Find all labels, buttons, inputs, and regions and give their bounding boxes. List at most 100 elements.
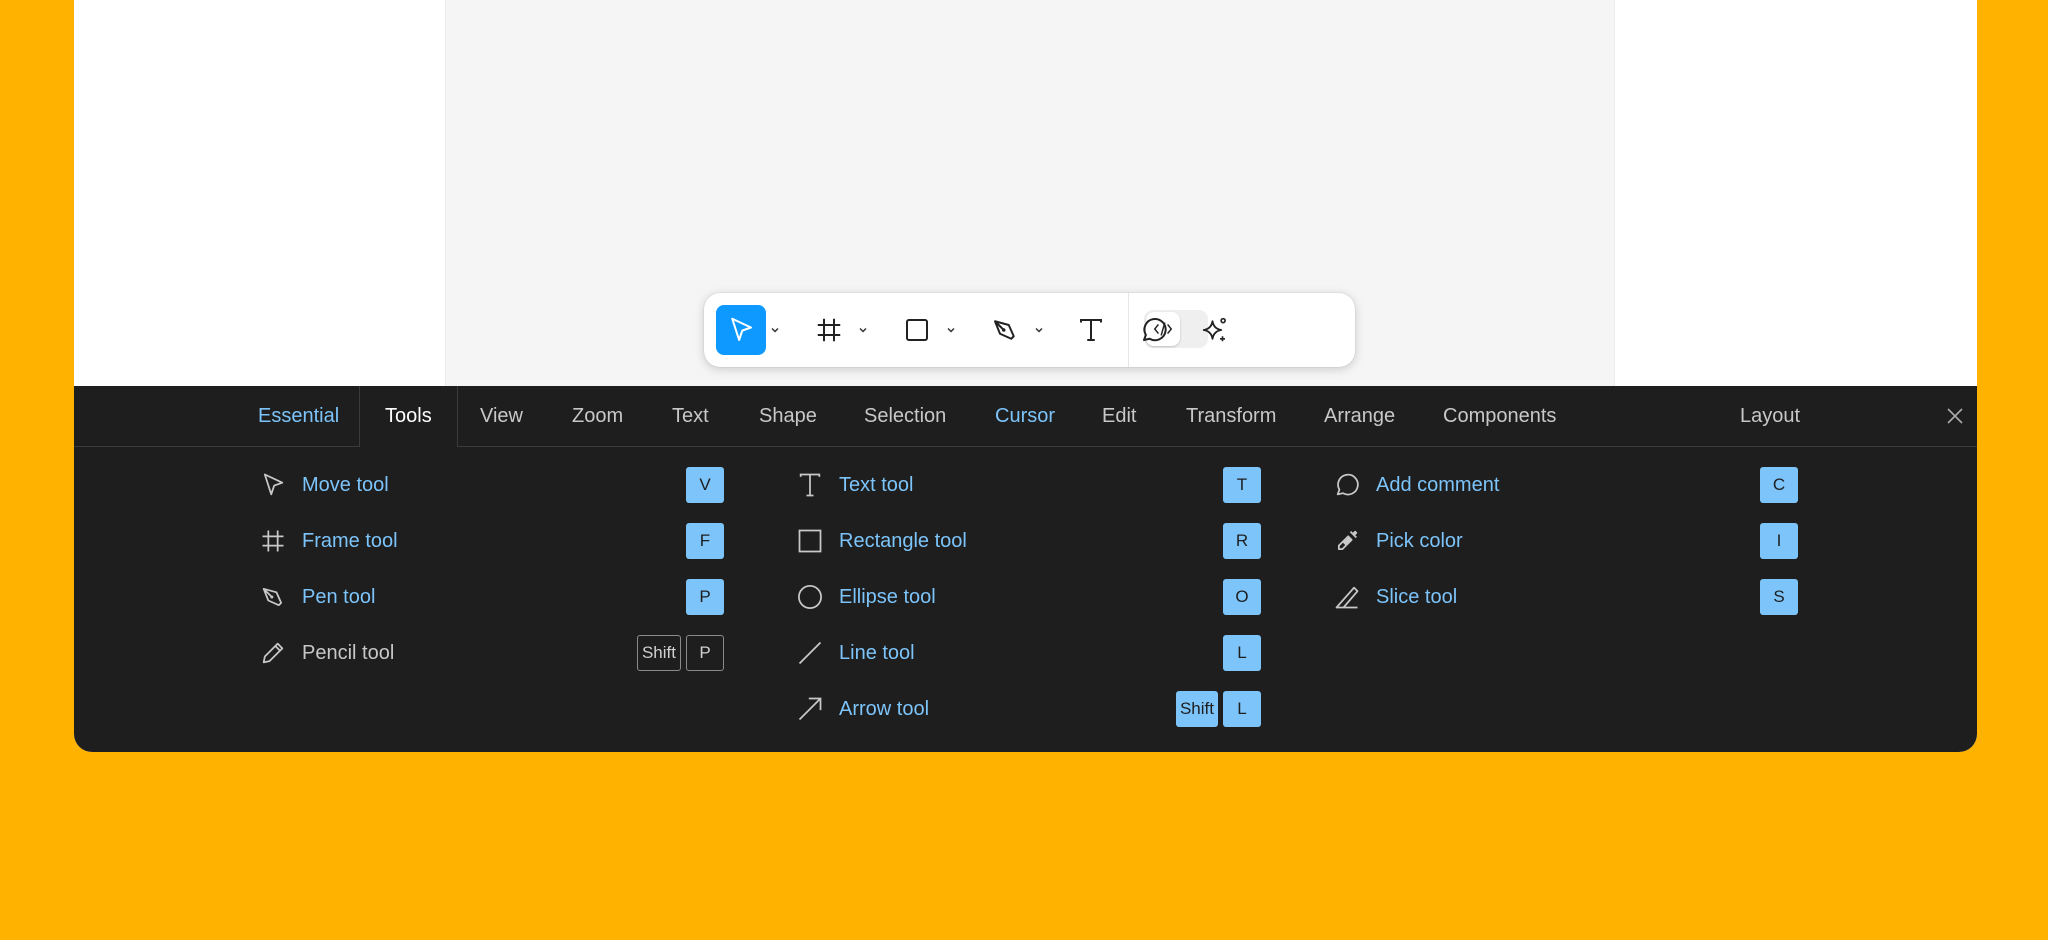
- chevron-down-icon: [1035, 327, 1043, 333]
- key-badge: L: [1223, 635, 1261, 671]
- key-badge: P: [686, 635, 724, 671]
- shortcut-row-arrow[interactable]: Arrow tool Shift L: [794, 689, 1261, 729]
- text-t-icon: [794, 469, 826, 501]
- shortcut-row-move[interactable]: Move tool V: [257, 465, 724, 505]
- text-tool-button[interactable]: [1066, 305, 1116, 355]
- chevron-down-icon: [771, 327, 779, 333]
- actions-button[interactable]: [1190, 305, 1240, 355]
- shortcut-row-pick-color[interactable]: Pick color I: [1331, 521, 1798, 561]
- tab-text[interactable]: Text: [672, 386, 709, 446]
- shortcut-label: Arrow tool: [839, 698, 930, 720]
- shortcut-row-frame[interactable]: Frame tool F: [257, 521, 724, 561]
- chevron-down-icon: [859, 327, 867, 333]
- key-badge: Shift: [636, 635, 681, 671]
- shortcut-label: Pick color: [1376, 530, 1463, 552]
- key-badge: Shift: [1175, 691, 1218, 727]
- pen-tool-dropdown[interactable]: [1032, 321, 1046, 339]
- shortcut-label: Text tool: [839, 474, 914, 496]
- arrow-diagonal-icon: [794, 693, 826, 725]
- tab-cursor[interactable]: Cursor: [995, 386, 1055, 446]
- shape-tool-dropdown[interactable]: [944, 321, 958, 339]
- key-badge: F: [686, 523, 724, 559]
- app-window: Essential Tools View Zoom Text Shape Sel…: [74, 0, 1977, 752]
- move-tool-button[interactable]: [716, 305, 766, 355]
- shortcut-row-rectangle[interactable]: Rectangle tool R: [794, 521, 1261, 561]
- sparkle-icon: [1202, 317, 1226, 342]
- key-badge: S: [1760, 579, 1798, 615]
- shortcut-keys: R: [1223, 523, 1261, 559]
- key-badge: L: [1223, 691, 1261, 727]
- key-badge: V: [686, 467, 724, 503]
- shortcut-label: Pen tool: [302, 586, 376, 608]
- keyboard-shortcuts-panel: Essential Tools View Zoom Text Shape Sel…: [74, 386, 1977, 752]
- tab-shape[interactable]: Shape: [759, 386, 817, 446]
- chevron-down-icon: [947, 327, 955, 333]
- shortcut-keys: O: [1223, 579, 1261, 615]
- shortcut-row-line[interactable]: Line tool L: [794, 633, 1261, 673]
- shortcut-label: Add comment: [1376, 474, 1500, 496]
- shortcut-row-text[interactable]: Text tool T: [794, 465, 1261, 505]
- frame-hash-icon: [817, 318, 841, 342]
- shortcut-tabs: Essential Tools View Zoom Text Shape Sel…: [74, 386, 1977, 447]
- slice-knife-icon: [1331, 581, 1363, 613]
- frame-hash-icon: [257, 525, 289, 557]
- shortcut-keys: F: [686, 523, 724, 559]
- rectangle-icon: [906, 319, 928, 341]
- shape-tool-button[interactable]: [892, 305, 942, 355]
- pen-tool-button[interactable]: [980, 305, 1030, 355]
- shortcut-keys: C: [1760, 467, 1798, 503]
- key-badge: T: [1223, 467, 1261, 503]
- ellipse-icon: [794, 581, 826, 613]
- move-arrow-icon: [731, 317, 752, 341]
- eyedropper-icon: [1331, 525, 1363, 557]
- key-badge: O: [1223, 579, 1261, 615]
- shortcut-keys: Shift L: [1175, 691, 1261, 727]
- shortcut-label: Move tool: [302, 474, 389, 496]
- shortcut-row-comment[interactable]: Add comment C: [1331, 465, 1798, 505]
- key-badge: R: [1223, 523, 1261, 559]
- comment-bubble-icon: [1331, 469, 1363, 501]
- tab-arrange[interactable]: Arrange: [1324, 386, 1395, 446]
- shortcut-label: Ellipse tool: [839, 586, 936, 608]
- frame-tool-dropdown[interactable]: [856, 321, 870, 339]
- shortcut-label: Pencil tool: [302, 642, 395, 664]
- pen-nib-icon: [994, 320, 1015, 340]
- shortcut-keys: S: [1760, 579, 1798, 615]
- tab-zoom[interactable]: Zoom: [572, 386, 623, 446]
- tab-essential[interactable]: Essential: [258, 386, 339, 446]
- shortcut-row-slice[interactable]: Slice tool S: [1331, 577, 1798, 617]
- shortcut-keys: P: [686, 579, 724, 615]
- rectangle-icon: [794, 525, 826, 557]
- move-arrow-icon: [257, 469, 289, 501]
- line-icon: [794, 637, 826, 669]
- shortcut-keys: L: [1223, 635, 1261, 671]
- tab-components[interactable]: Components: [1443, 386, 1556, 446]
- tab-edit[interactable]: Edit: [1102, 386, 1136, 446]
- tab-tools[interactable]: Tools: [359, 386, 458, 447]
- shortcut-label: Rectangle tool: [839, 530, 967, 552]
- tab-transform[interactable]: Transform: [1186, 386, 1276, 446]
- tab-selection[interactable]: Selection: [864, 386, 946, 446]
- pen-nib-icon: [257, 581, 289, 613]
- shortcut-row-pen[interactable]: Pen tool P: [257, 577, 724, 617]
- text-t-icon: [1080, 319, 1102, 341]
- shortcut-keys: V: [686, 467, 724, 503]
- close-panel-button[interactable]: [1943, 404, 1967, 428]
- tab-layout[interactable]: Layout: [1740, 386, 1800, 446]
- shortcut-row-pencil[interactable]: Pencil tool Shift P: [257, 633, 724, 673]
- frame-tool-button[interactable]: [804, 305, 854, 355]
- key-badge: P: [686, 579, 724, 615]
- comment-bubble-icon: [1143, 318, 1167, 342]
- shortcut-label: Slice tool: [1376, 586, 1458, 608]
- comment-tool-button[interactable]: [1129, 305, 1179, 355]
- tab-view[interactable]: View: [480, 386, 523, 446]
- shortcut-keys: T: [1223, 467, 1261, 503]
- close-icon: [1947, 408, 1963, 424]
- shortcut-label: Frame tool: [302, 530, 398, 552]
- shortcut-label: Line tool: [839, 642, 915, 664]
- shortcut-row-ellipse[interactable]: Ellipse tool O: [794, 577, 1261, 617]
- bottom-toolbar: [704, 293, 1355, 367]
- pencil-icon: [257, 637, 289, 669]
- move-tool-dropdown[interactable]: [768, 321, 782, 339]
- shortcut-keys: I: [1760, 523, 1798, 559]
